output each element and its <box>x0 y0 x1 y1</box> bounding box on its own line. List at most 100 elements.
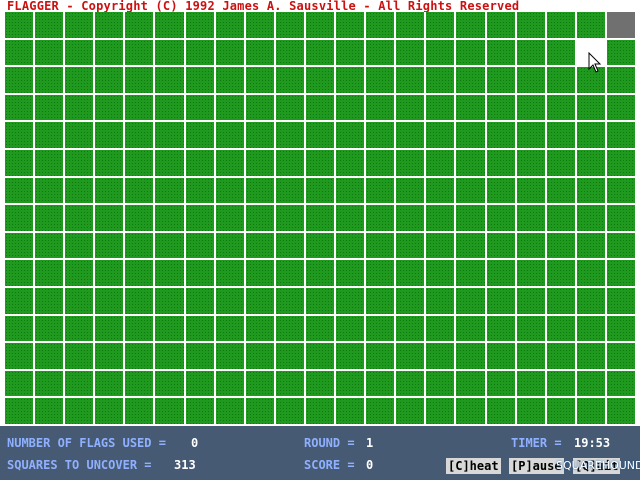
grid-square[interactable] <box>185 260 214 286</box>
grid-square[interactable] <box>366 177 395 204</box>
grid-square[interactable] <box>155 39 184 66</box>
grid-square[interactable] <box>5 205 34 231</box>
grid-square[interactable] <box>336 39 365 66</box>
grid-square[interactable] <box>456 398 485 424</box>
grid-square[interactable] <box>516 39 545 66</box>
grid-square[interactable] <box>576 260 605 286</box>
grid-square[interactable] <box>456 288 485 314</box>
grid-square[interactable] <box>185 232 214 259</box>
grid-square[interactable] <box>606 150 635 176</box>
grid-square[interactable] <box>516 315 545 342</box>
grid-square[interactable] <box>456 232 485 259</box>
grid-square[interactable] <box>456 67 485 93</box>
grid-square[interactable] <box>275 12 304 38</box>
grid-square[interactable] <box>516 370 545 397</box>
grid-square[interactable] <box>95 398 124 424</box>
grid-square[interactable] <box>215 39 244 66</box>
grid-square[interactable] <box>366 260 395 286</box>
grid-square[interactable] <box>5 260 34 286</box>
grid-square[interactable] <box>486 122 515 148</box>
grid-square[interactable] <box>366 205 395 231</box>
grid-square[interactable] <box>336 343 365 369</box>
grid-square[interactable] <box>245 315 274 342</box>
grid-square[interactable] <box>366 67 395 93</box>
grid-square[interactable] <box>275 150 304 176</box>
grid-square[interactable] <box>35 370 64 397</box>
grid-square[interactable] <box>546 122 575 148</box>
grid-square[interactable] <box>185 67 214 93</box>
grid-square[interactable] <box>155 315 184 342</box>
grid-square[interactable] <box>5 398 34 424</box>
grid-square[interactable] <box>516 122 545 148</box>
grid-square[interactable] <box>95 370 124 397</box>
grid-square[interactable] <box>95 343 124 369</box>
grid-square[interactable] <box>516 398 545 424</box>
grid-square[interactable] <box>125 260 154 286</box>
grid-square[interactable] <box>275 39 304 66</box>
grid-square[interactable] <box>366 315 395 342</box>
grid-square[interactable] <box>185 288 214 314</box>
grid-square[interactable] <box>155 232 184 259</box>
grid-square[interactable] <box>456 315 485 342</box>
grid-square[interactable] <box>305 315 335 342</box>
grid-square[interactable] <box>516 12 545 38</box>
grid-square[interactable] <box>185 177 214 204</box>
grid-square[interactable] <box>95 177 124 204</box>
grid-square[interactable] <box>95 67 124 93</box>
grid-square[interactable] <box>65 94 94 121</box>
grid-square[interactable] <box>65 315 94 342</box>
grid-square[interactable] <box>95 122 124 148</box>
grid-square[interactable] <box>456 122 485 148</box>
grid-square[interactable] <box>486 315 515 342</box>
grid-square[interactable] <box>65 343 94 369</box>
grid-square[interactable] <box>305 12 335 38</box>
grid-square[interactable] <box>486 370 515 397</box>
grid-square[interactable] <box>155 205 184 231</box>
grid-square[interactable] <box>35 177 64 204</box>
grid-square[interactable] <box>125 288 154 314</box>
grid-square[interactable] <box>185 39 214 66</box>
grid-square[interactable] <box>5 232 34 259</box>
grid-square[interactable] <box>336 94 365 121</box>
grid-square[interactable] <box>576 288 605 314</box>
game-board[interactable] <box>5 12 637 426</box>
grid-square[interactable] <box>606 94 635 121</box>
grid-square[interactable] <box>606 177 635 204</box>
grid-square[interactable] <box>546 67 575 93</box>
grid-square[interactable] <box>185 12 214 38</box>
grid-square[interactable] <box>336 232 365 259</box>
grid-square[interactable] <box>396 12 425 38</box>
grid-square[interactable] <box>456 370 485 397</box>
grid-square[interactable] <box>456 150 485 176</box>
grid-square[interactable] <box>125 370 154 397</box>
grid-square[interactable] <box>336 122 365 148</box>
grid-square[interactable] <box>215 12 244 38</box>
grid-square[interactable] <box>125 205 154 231</box>
grid-square[interactable] <box>245 232 274 259</box>
grid-square[interactable] <box>305 122 335 148</box>
grid-square[interactable] <box>275 288 304 314</box>
grid-square[interactable] <box>245 150 274 176</box>
grid-square[interactable] <box>366 94 395 121</box>
grid-square[interactable] <box>576 177 605 204</box>
grid-square[interactable] <box>546 94 575 121</box>
grid-square[interactable] <box>426 177 455 204</box>
grid-square[interactable] <box>516 94 545 121</box>
grid-square[interactable] <box>65 232 94 259</box>
grid-square[interactable] <box>275 315 304 342</box>
grid-square[interactable] <box>245 67 274 93</box>
grid-square[interactable] <box>336 260 365 286</box>
grid-square[interactable] <box>366 150 395 176</box>
grid-square[interactable] <box>185 398 214 424</box>
grid-square[interactable] <box>95 150 124 176</box>
grid-square[interactable] <box>546 315 575 342</box>
grid-square[interactable] <box>35 12 64 38</box>
grid-square[interactable] <box>396 343 425 369</box>
grid-square[interactable] <box>65 398 94 424</box>
grid-square[interactable] <box>366 12 395 38</box>
grid-square[interactable] <box>396 398 425 424</box>
grid-square[interactable] <box>336 67 365 93</box>
grid-square[interactable] <box>305 94 335 121</box>
grid-square[interactable] <box>486 94 515 121</box>
grid-square[interactable] <box>486 398 515 424</box>
